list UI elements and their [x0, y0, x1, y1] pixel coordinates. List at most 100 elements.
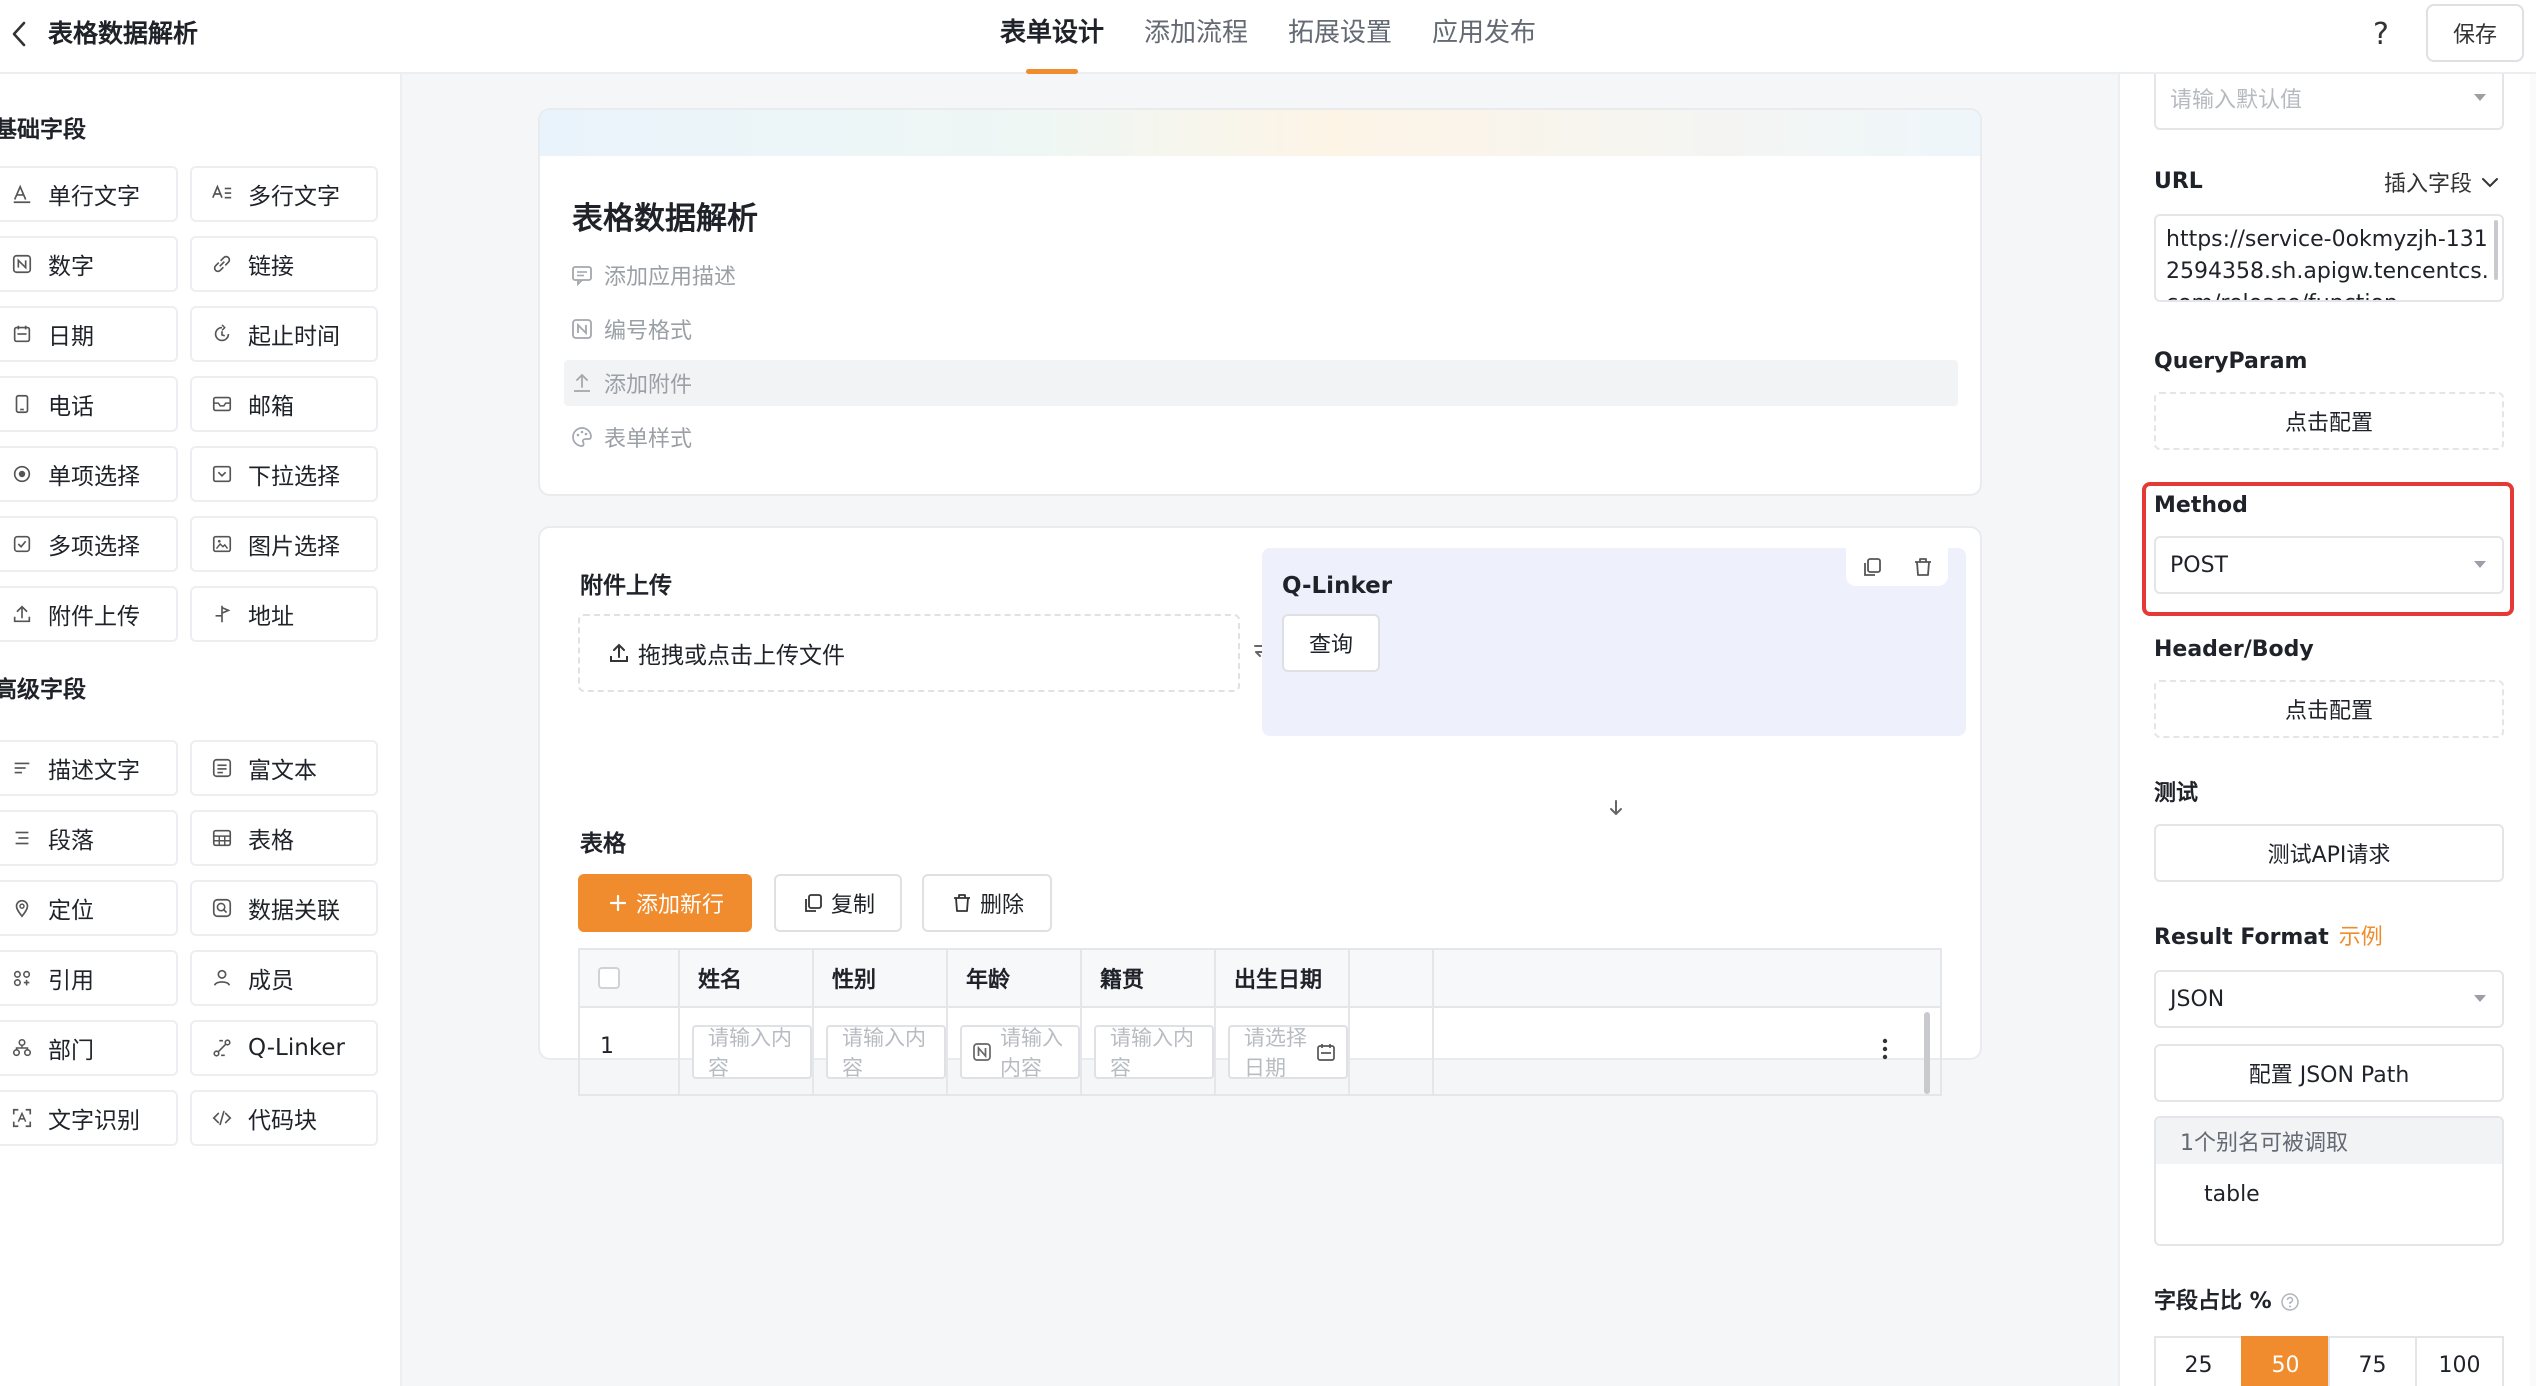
copy-icon[interactable]: [1859, 554, 1885, 580]
tab-app-publish[interactable]: 应用发布: [1412, 0, 1556, 74]
department-icon: [10, 1036, 34, 1060]
multiline-text-icon: [210, 182, 234, 206]
ratio-option-75[interactable]: 75: [2328, 1336, 2417, 1386]
upload-icon: [10, 602, 34, 626]
field-tile[interactable]: 数据关联: [190, 880, 378, 936]
field-tile[interactable]: 多项选择: [0, 516, 178, 572]
query-param-label: QueryParam: [2154, 349, 2308, 374]
property-panel: 请输入默认值 URL 插入字段 https://service-0okmyzjh…: [2118, 74, 2536, 1386]
query-param-config-button[interactable]: 点击配置: [2154, 392, 2504, 450]
delete-row-button[interactable]: 删除: [922, 874, 1052, 932]
field-tile-label: Q-Linker: [248, 1035, 345, 1061]
advanced-fields-heading: 高级字段: [0, 677, 86, 703]
field-tile[interactable]: 链接: [190, 236, 378, 292]
more-vertical-icon[interactable]: [1870, 1034, 1900, 1064]
field-tile[interactable]: 图片选择: [190, 516, 378, 572]
field-tile[interactable]: 部门: [0, 1020, 178, 1076]
form-style-item[interactable]: 表单样式: [564, 414, 1958, 460]
field-tile[interactable]: 邮箱: [190, 376, 378, 432]
url-scrollbar[interactable]: [2494, 220, 2498, 280]
field-tile[interactable]: 电话: [0, 376, 178, 432]
panel-scrollbar[interactable]: [2530, 74, 2536, 1386]
ratio-option-25[interactable]: 25: [2154, 1336, 2243, 1386]
back-chevron-icon[interactable]: [4, 16, 36, 52]
name-input[interactable]: 请输入内容: [692, 1025, 812, 1080]
field-tile[interactable]: 文字识别: [0, 1090, 178, 1146]
member-icon: [210, 966, 234, 990]
ratio-option-50[interactable]: 50: [2241, 1336, 2330, 1386]
add-attachment-label: 添加附件: [604, 373, 693, 398]
select-all-checkbox[interactable]: [598, 967, 620, 989]
field-tile[interactable]: 代码块: [190, 1090, 378, 1146]
field-tile[interactable]: 成员: [190, 950, 378, 1006]
field-tile[interactable]: 表格: [190, 810, 378, 866]
save-button[interactable]: 保存: [2426, 4, 2524, 62]
tab-form-design[interactable]: 表单设计: [980, 0, 1124, 74]
number-format-item[interactable]: 编号格式: [564, 306, 1958, 352]
field-tile-label: 文字识别: [48, 1108, 140, 1134]
table-cell: 请输入内容: [680, 1008, 814, 1096]
field-tile[interactable]: 单行文字: [0, 166, 178, 222]
field-tile[interactable]: 多行文字: [190, 166, 378, 222]
alias-value[interactable]: table: [2156, 1164, 2502, 1207]
time-range-icon: [210, 322, 234, 346]
tab-extension-settings[interactable]: 拓展设置: [1268, 0, 1412, 74]
qlinker-field[interactable]: Q-Linker 查询: [1262, 546, 1966, 736]
hometown-input[interactable]: 请输入内容: [1094, 1025, 1214, 1080]
field-tile-label: 多行文字: [248, 184, 340, 210]
form-title[interactable]: 表格数据解析: [572, 198, 758, 240]
example-link[interactable]: 示例: [2339, 925, 2383, 950]
field-tile[interactable]: 描述文字: [0, 740, 178, 796]
default-value-select[interactable]: 请输入默认值: [2154, 74, 2504, 130]
url-textarea[interactable]: https://service-0okmyzjh-1312594358.sh.a…: [2154, 214, 2504, 302]
gender-input[interactable]: 请输入内容: [826, 1025, 946, 1080]
column-header: 年龄: [948, 950, 1082, 1006]
field-tile[interactable]: 引用: [0, 950, 178, 1006]
json-path-config-button[interactable]: 配置 JSON Path: [2154, 1044, 2504, 1102]
field-tile-label: 成员: [248, 968, 294, 994]
age-input[interactable]: 请输入内容: [960, 1025, 1080, 1080]
field-tile[interactable]: 日期: [0, 306, 178, 362]
birthdate-input[interactable]: 请选择日期: [1228, 1025, 1348, 1080]
top-tabs: 表单设计 添加流程 拓展设置 应用发布: [980, 0, 1556, 74]
tab-add-process[interactable]: 添加流程: [1124, 0, 1268, 74]
field-tile[interactable]: Q-Linker: [190, 1020, 378, 1076]
field-tile-label: 定位: [48, 898, 94, 924]
number-icon: [972, 1041, 992, 1063]
insert-field-dropdown[interactable]: 插入字段: [2384, 166, 2502, 198]
query-button[interactable]: 查询: [1282, 614, 1380, 672]
field-ratio-label: 字段占比 %: [2154, 1286, 2300, 1318]
radio-icon: [10, 462, 34, 486]
copy-row-button[interactable]: 复制: [774, 874, 902, 932]
field-tile[interactable]: 定位: [0, 880, 178, 936]
method-value: POST: [2170, 552, 2228, 578]
field-tile[interactable]: 富文本: [190, 740, 378, 796]
trash-icon[interactable]: [1910, 554, 1936, 580]
add-row-button[interactable]: 添加新行: [578, 874, 752, 932]
test-api-button[interactable]: 测试API请求: [2154, 824, 2504, 882]
result-format-select[interactable]: JSON: [2154, 970, 2504, 1028]
add-description-item[interactable]: 添加应用描述: [564, 252, 1958, 298]
field-tile[interactable]: 数字: [0, 236, 178, 292]
field-tile[interactable]: 段落: [0, 810, 178, 866]
upload-placeholder: 拖拽或点击上传文件: [638, 643, 845, 669]
field-tile[interactable]: 附件上传: [0, 586, 178, 642]
caret-down-icon: [2474, 94, 2486, 101]
field-tile[interactable]: 起止时间: [190, 306, 378, 362]
field-tile[interactable]: 下拉选择: [190, 446, 378, 502]
header-body-config-button[interactable]: 点击配置: [2154, 680, 2504, 738]
table-scrollbar[interactable]: [1924, 1012, 1930, 1094]
add-attachment-item[interactable]: 添加附件: [564, 360, 1958, 406]
ratio-option-100[interactable]: 100: [2415, 1336, 2504, 1386]
qlinker-label: Q-Linker: [1282, 573, 1393, 599]
field-tile[interactable]: 地址: [190, 586, 378, 642]
help-icon[interactable]: ?: [2364, 14, 2398, 54]
method-select[interactable]: POST: [2154, 536, 2504, 594]
method-label: Method: [2154, 493, 2248, 518]
upload-dropzone[interactable]: 拖拽或点击上传文件: [578, 614, 1240, 692]
question-circle-icon[interactable]: [2280, 1292, 2300, 1312]
arrow-down-icon[interactable]: [1602, 794, 1630, 822]
field-tile-label: 单项选择: [48, 464, 140, 490]
field-tile[interactable]: 单项选择: [0, 446, 178, 502]
table-cell: 请输入内容: [814, 1008, 948, 1096]
